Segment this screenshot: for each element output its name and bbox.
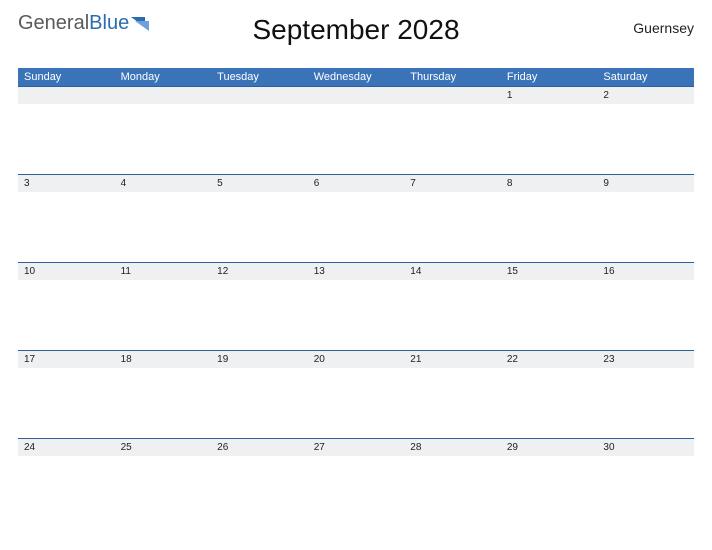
day-number: 8 — [501, 175, 598, 192]
week-body-row — [18, 104, 694, 174]
day-cell — [308, 368, 405, 438]
day-header: Thursday — [404, 71, 501, 83]
week-body-row — [18, 368, 694, 438]
day-number: 13 — [308, 263, 405, 280]
week-number-row: 10 11 12 13 14 15 16 — [18, 262, 694, 280]
day-number: 17 — [18, 351, 115, 368]
day-cell — [308, 192, 405, 262]
week-number-row: 3 4 5 6 7 8 9 — [18, 174, 694, 192]
day-cell — [404, 280, 501, 350]
day-cell — [18, 280, 115, 350]
day-number: 22 — [501, 351, 598, 368]
day-cell — [308, 104, 405, 174]
day-header: Sunday — [18, 71, 115, 83]
day-number: 6 — [308, 175, 405, 192]
day-cell — [211, 280, 308, 350]
day-number: 4 — [115, 175, 212, 192]
day-cell — [211, 192, 308, 262]
week-body-row — [18, 280, 694, 350]
day-number: 19 — [211, 351, 308, 368]
day-number: 23 — [597, 351, 694, 368]
day-cell — [501, 280, 598, 350]
logo-text-general: General — [18, 12, 89, 35]
day-number: 10 — [18, 263, 115, 280]
day-cell — [597, 104, 694, 174]
day-cell — [115, 280, 212, 350]
day-cell — [404, 104, 501, 174]
logo-triangle-icon — [131, 16, 151, 39]
week-body-row — [18, 456, 694, 526]
day-cell — [597, 280, 694, 350]
day-number: 18 — [115, 351, 212, 368]
day-number: 12 — [211, 263, 308, 280]
day-cell — [115, 104, 212, 174]
week-number-row: 17 18 19 20 21 22 23 — [18, 350, 694, 368]
day-number — [308, 87, 405, 104]
day-cell — [501, 104, 598, 174]
day-header: Tuesday — [211, 71, 308, 83]
day-header: Saturday — [597, 71, 694, 83]
day-number — [404, 87, 501, 104]
week-body-row — [18, 192, 694, 262]
day-cell — [18, 192, 115, 262]
day-cell — [597, 456, 694, 526]
day-header: Friday — [501, 71, 598, 83]
day-number: 26 — [211, 439, 308, 456]
day-header-row: Sunday Monday Tuesday Wednesday Thursday… — [18, 68, 694, 86]
day-cell — [404, 192, 501, 262]
day-number: 27 — [308, 439, 405, 456]
day-number — [115, 87, 212, 104]
day-cell — [308, 456, 405, 526]
day-cell — [18, 456, 115, 526]
day-cell — [597, 192, 694, 262]
day-number: 21 — [404, 351, 501, 368]
page-title: September 2028 — [252, 14, 459, 46]
day-number: 29 — [501, 439, 598, 456]
day-cell — [115, 456, 212, 526]
day-number: 3 — [18, 175, 115, 192]
day-number — [18, 87, 115, 104]
region-label: Guernsey — [633, 20, 694, 36]
day-number: 15 — [501, 263, 598, 280]
logo-text-blue: Blue — [89, 12, 129, 35]
day-number — [211, 87, 308, 104]
day-cell — [308, 280, 405, 350]
day-cell — [501, 456, 598, 526]
day-cell — [597, 368, 694, 438]
day-header: Wednesday — [308, 71, 405, 83]
day-number: 24 — [18, 439, 115, 456]
week-number-row: 24 25 26 27 28 29 30 — [18, 438, 694, 456]
day-number: 9 — [597, 175, 694, 192]
week-number-row: 1 2 — [18, 86, 694, 104]
day-number: 25 — [115, 439, 212, 456]
day-cell — [211, 456, 308, 526]
day-number: 14 — [404, 263, 501, 280]
day-cell — [211, 368, 308, 438]
day-cell — [115, 368, 212, 438]
header: GeneralBlue September 2028 Guernsey — [18, 12, 694, 62]
day-cell — [18, 368, 115, 438]
day-number: 16 — [597, 263, 694, 280]
day-header: Monday — [115, 71, 212, 83]
day-number: 2 — [597, 87, 694, 104]
day-cell — [211, 104, 308, 174]
day-cell — [404, 456, 501, 526]
logo: GeneralBlue — [18, 12, 151, 39]
day-number: 7 — [404, 175, 501, 192]
day-number: 28 — [404, 439, 501, 456]
day-number: 20 — [308, 351, 405, 368]
day-cell — [18, 104, 115, 174]
day-cell — [115, 192, 212, 262]
day-number: 5 — [211, 175, 308, 192]
day-number: 1 — [501, 87, 598, 104]
day-number: 11 — [115, 263, 212, 280]
calendar: Sunday Monday Tuesday Wednesday Thursday… — [18, 68, 694, 526]
day-cell — [501, 368, 598, 438]
day-cell — [404, 368, 501, 438]
day-number: 30 — [597, 439, 694, 456]
day-cell — [501, 192, 598, 262]
